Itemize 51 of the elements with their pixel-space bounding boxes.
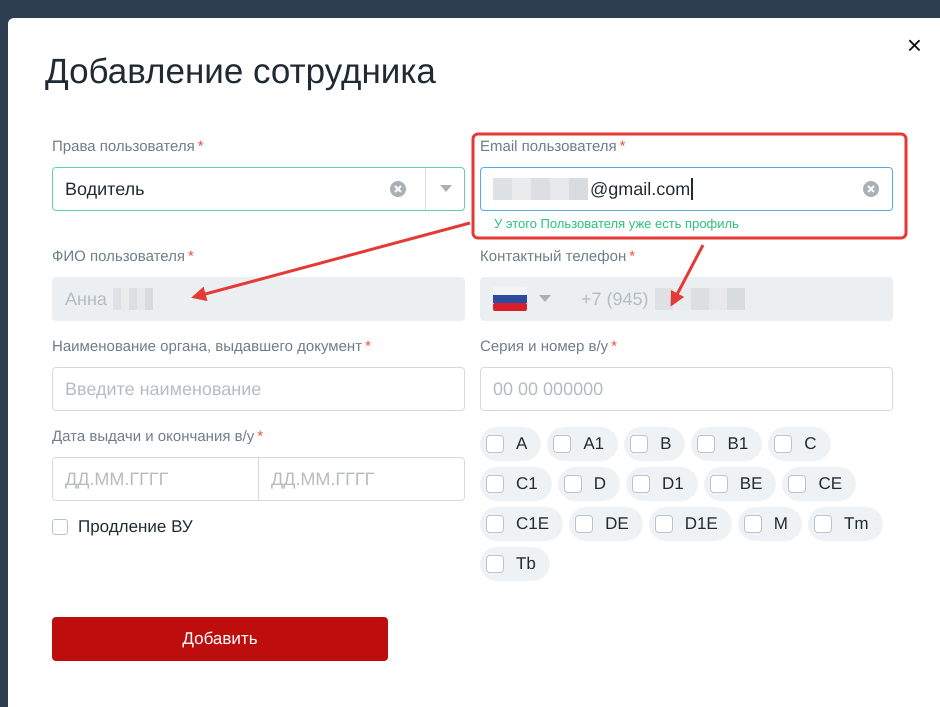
category-chip[interactable]: D1E	[648, 507, 732, 541]
checkbox[interactable]	[486, 555, 504, 573]
category-chip[interactable]: D1	[626, 467, 698, 501]
checkbox[interactable]	[632, 475, 650, 493]
email-field[interactable]: @gmail.com	[480, 167, 893, 211]
category-chip[interactable]: C	[768, 427, 831, 461]
category-chip[interactable]: C1E	[480, 507, 564, 541]
category-chip[interactable]: B1	[691, 427, 762, 461]
category-chip[interactable]: C1	[480, 467, 552, 501]
field-label: ФИО пользователя *	[52, 247, 195, 267]
field-label: Дата выдачи и окончания в/у *	[52, 427, 264, 447]
checkbox[interactable]	[814, 515, 832, 533]
checkbox[interactable]	[697, 435, 716, 453]
checkbox[interactable]	[553, 435, 572, 453]
category-chip[interactable]: A1	[547, 427, 618, 461]
role-select[interactable]: Водитель	[52, 167, 465, 211]
category-chip[interactable]: CE	[782, 467, 856, 501]
category-chip[interactable]: Tb	[480, 547, 550, 581]
field-label: Email пользователя *	[480, 137, 627, 157]
checkbox[interactable]	[654, 515, 673, 533]
checkbox[interactable]	[486, 435, 504, 453]
checkbox[interactable]	[630, 435, 648, 453]
annotation-arrow	[670, 244, 704, 307]
add-button[interactable]: Добавить	[52, 617, 388, 661]
checkbox[interactable]	[564, 475, 582, 493]
checkbox[interactable]	[744, 515, 762, 533]
caret-icon[interactable]	[440, 185, 452, 193]
category-chip[interactable]: B	[624, 427, 686, 461]
checkbox-label: Продление ВУ	[78, 517, 193, 537]
category-chip[interactable]: BE	[704, 467, 776, 501]
clear-icon[interactable]	[862, 180, 880, 198]
dialog-title: Добавление сотрудника	[45, 52, 437, 92]
category-chip[interactable]: M	[738, 507, 802, 541]
checkbox[interactable]	[710, 475, 728, 493]
category-chip[interactable]: Tm	[808, 507, 882, 541]
category-chip[interactable]: D	[558, 467, 620, 501]
field-label: Права пользователя *	[52, 137, 205, 157]
category-chip[interactable]: A	[480, 427, 542, 461]
checkbox[interactable]	[486, 515, 504, 533]
checkbox[interactable]	[52, 519, 68, 535]
field-label: Наименование органа, выдавшего документ *	[52, 337, 372, 357]
close-button[interactable]: ×	[900, 30, 928, 60]
field-hint: У этого Пользователя уже есть профиль	[493, 217, 740, 231]
field-label: Контактный телефон *	[480, 247, 636, 267]
checkbox[interactable]	[788, 475, 806, 493]
category-chip[interactable]: DE	[569, 507, 643, 541]
checkbox[interactable]	[486, 475, 504, 493]
field-label: Серия и номер в/у *	[480, 337, 618, 357]
checkbox[interactable]	[575, 515, 594, 533]
clear-icon[interactable]	[389, 180, 407, 198]
checkbox[interactable]	[774, 435, 792, 453]
